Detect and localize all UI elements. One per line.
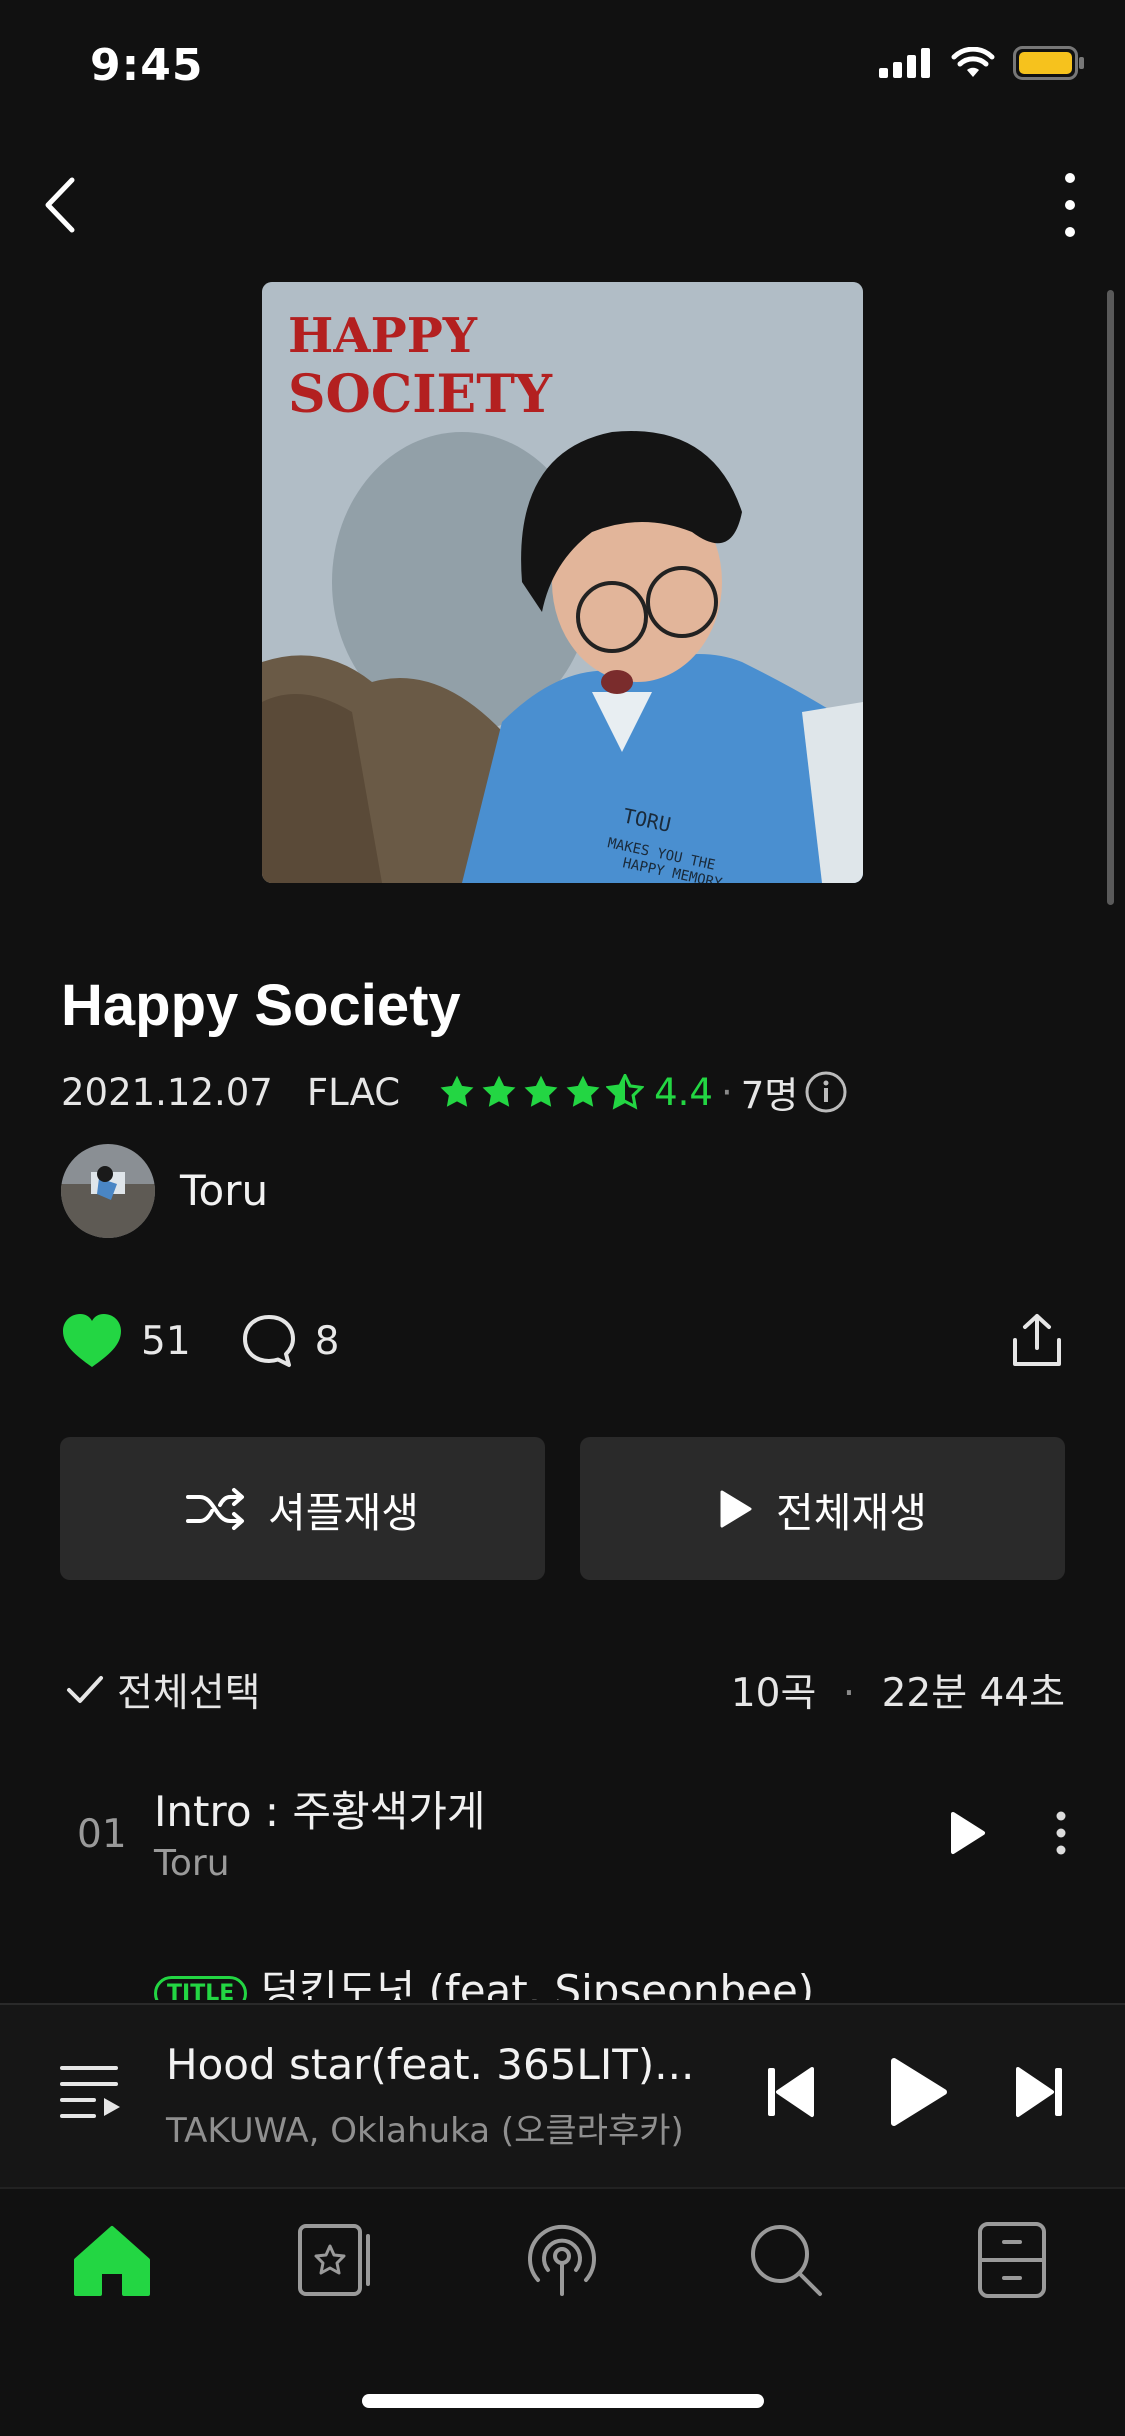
wifi-icon xyxy=(951,47,995,77)
title-badge: TITLE xyxy=(154,1976,248,2000)
cellular-signal-icon xyxy=(879,48,930,78)
share-icon xyxy=(1013,1314,1061,1366)
track-number: 01 xyxy=(77,1812,127,1857)
back-icon xyxy=(45,177,75,233)
shuffle-play-button[interactable]: 셔플재생 xyxy=(60,1437,545,1580)
album-meta: 2021.12.07 FLAC 4.4 · 7명 xyxy=(61,1065,848,1119)
select-all-button[interactable]: 전체선택 xyxy=(65,1662,261,1718)
engagement-row: 51 8 xyxy=(61,1312,339,1370)
podcast-icon xyxy=(528,2224,596,2296)
track-title: 덩킨도넛 (feat. Sipseonbee) xyxy=(260,1966,815,2000)
track-row-clipped[interactable]: TITLE 덩킨도넛 (feat. Sipseonbee) xyxy=(0,1955,1125,2000)
storage-icon xyxy=(978,2222,1046,2298)
total-duration: 22분 44초 xyxy=(881,1671,1065,1716)
home-icon xyxy=(74,2226,150,2296)
status-indicators xyxy=(879,46,1085,80)
scrollbar[interactable] xyxy=(1107,290,1114,905)
home-indicator[interactable] xyxy=(362,2394,764,2408)
track-artist[interactable]: Toru xyxy=(154,1843,230,1884)
album-cover-art: HAPPY SOCIETY TORU MAKES YOU THE HAPPY M… xyxy=(262,282,863,883)
star-icon xyxy=(524,1075,558,1107)
info-icon[interactable] xyxy=(804,1070,848,1114)
favorites-icon xyxy=(298,2224,370,2296)
mini-player[interactable] xyxy=(0,2003,1125,2189)
like-count: 51 xyxy=(141,1318,191,1364)
meta-separator: · xyxy=(720,1070,733,1114)
rating-score: 4.4 xyxy=(654,1070,713,1114)
shuffle-icon xyxy=(186,1487,245,1530)
artist-name[interactable]: Toru xyxy=(180,1166,268,1215)
artist-avatar[interactable] xyxy=(61,1144,155,1238)
back-button[interactable] xyxy=(40,170,100,240)
cover-logo-line2: SOCIETY xyxy=(288,364,553,425)
play-icon xyxy=(951,1812,985,1854)
summary-separator: · xyxy=(842,1671,856,1716)
more-vertical-icon xyxy=(1065,173,1075,237)
previous-button[interactable] xyxy=(766,2064,816,2124)
comment-icon[interactable] xyxy=(241,1313,297,1369)
play-all-button[interactable]: 전체재생 xyxy=(580,1437,1065,1580)
more-options-button[interactable] xyxy=(1055,170,1085,240)
tab-podcast[interactable] xyxy=(522,2220,602,2300)
tracklist-summary: 10곡 · 22분 44초 xyxy=(731,1662,1065,1718)
audio-format: FLAC xyxy=(306,1070,401,1114)
skip-next-icon xyxy=(1016,2067,1062,2117)
tab-home[interactable] xyxy=(72,2220,152,2300)
queue-button[interactable] xyxy=(58,2062,122,2124)
playlist-queue-icon xyxy=(60,2066,120,2118)
play-all-label: 전체재생 xyxy=(776,1488,927,1537)
tab-storage[interactable] xyxy=(972,2220,1052,2300)
shuffle-play-label: 셔플재생 xyxy=(268,1488,419,1537)
comment-count: 8 xyxy=(314,1318,340,1364)
play-icon xyxy=(891,2058,947,2126)
half-star-icon xyxy=(606,1074,645,1110)
track-title-row: TITLE 덩킨도넛 (feat. Sipseonbee) xyxy=(154,1957,814,2000)
select-all-label: 전체선택 xyxy=(117,1671,261,1716)
skip-previous-icon xyxy=(768,2067,814,2117)
track-more-button[interactable] xyxy=(1054,1810,1068,1860)
play-button[interactable] xyxy=(888,2056,950,2132)
now-playing-artist: TAKUWA, Oklahuka (오클라후카) xyxy=(166,2111,684,2151)
album-title: Happy Society xyxy=(61,973,461,1038)
next-button[interactable] xyxy=(1014,2064,1064,2124)
checkmark-icon xyxy=(67,1676,103,1703)
release-date: 2021.12.07 xyxy=(61,1070,273,1114)
track-title[interactable]: Intro : 주황색가게 xyxy=(154,1778,486,1839)
star-icon xyxy=(482,1075,516,1107)
star-icon xyxy=(440,1075,474,1107)
star-icon xyxy=(566,1075,600,1107)
search-icon xyxy=(751,2225,822,2296)
rating-stars[interactable] xyxy=(438,1074,645,1110)
cover-logo-line1: HAPPY xyxy=(288,308,478,364)
battery-icon xyxy=(1013,46,1084,80)
rating-count: 7명 xyxy=(740,1074,799,1117)
now-playing-title: Hood star(feat. 365LIT)... xyxy=(166,2040,695,2089)
status-time: 9:45 xyxy=(90,40,204,91)
track-count: 10곡 xyxy=(730,1671,817,1716)
heart-icon[interactable] xyxy=(61,1312,123,1370)
track-play-button[interactable] xyxy=(948,1810,988,1860)
play-icon xyxy=(720,1490,752,1527)
album-cover: HAPPY SOCIETY TORU MAKES YOU THE HAPPY M… xyxy=(262,282,863,883)
tab-search[interactable] xyxy=(746,2220,826,2300)
more-vertical-icon xyxy=(1056,1811,1066,1855)
share-button[interactable] xyxy=(1009,1312,1065,1372)
artist-avatar-image xyxy=(61,1144,155,1238)
tab-favorites[interactable] xyxy=(296,2220,376,2300)
